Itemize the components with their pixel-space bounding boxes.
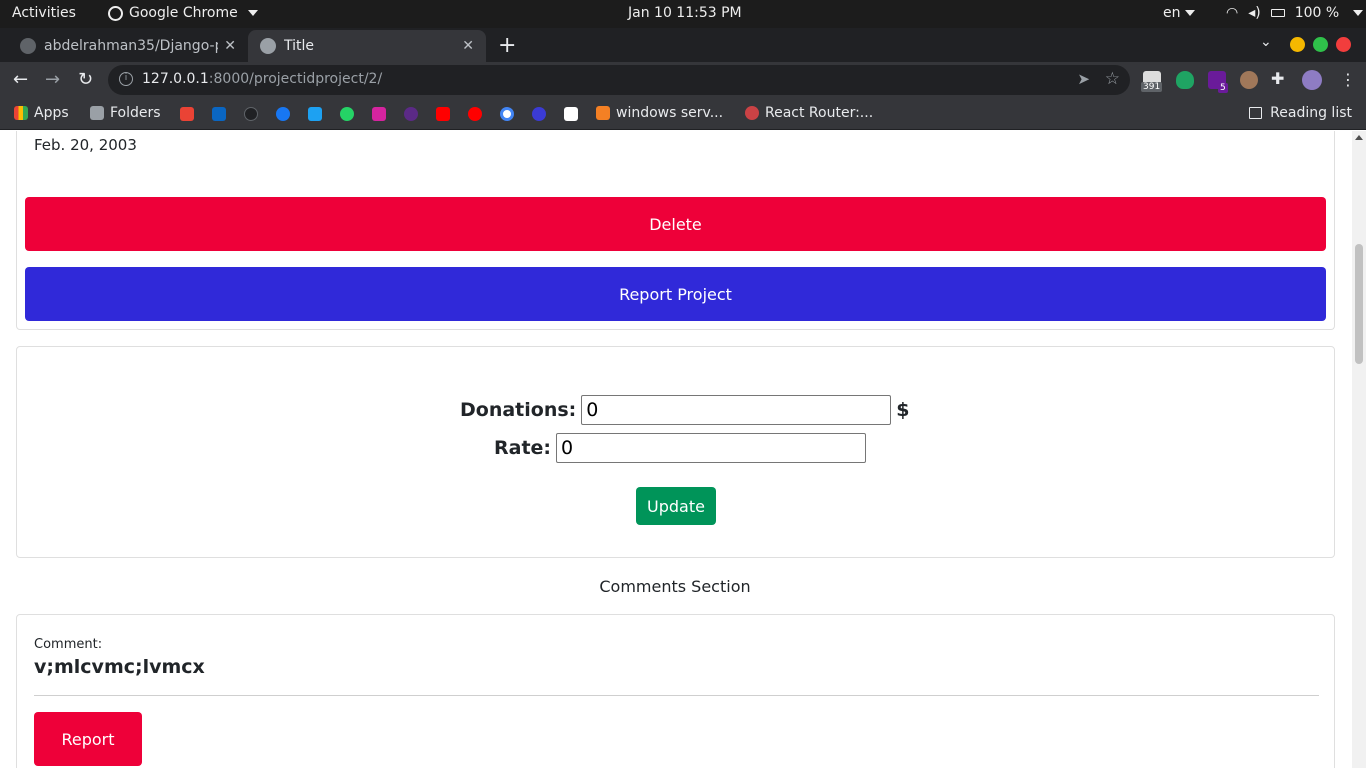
- bookmark-label: windows serv...: [616, 105, 724, 121]
- scroll-up-arrow-icon[interactable]: [1355, 135, 1363, 140]
- bookmark-windows-serv[interactable]: windows serv...: [596, 105, 723, 121]
- tab-title: abdelrahman35/Django-p: [44, 38, 219, 54]
- comment-label: Comment:: [34, 637, 103, 652]
- character-extension-icon[interactable]: [1240, 71, 1258, 89]
- profile-avatar[interactable]: [1302, 70, 1322, 90]
- more-menu-icon[interactable]: ⋮: [1340, 70, 1356, 89]
- system-menu[interactable]: ◠ ◂) 100 %: [1226, 5, 1364, 21]
- scrollbar-thumb[interactable]: [1355, 244, 1363, 364]
- reading-list-label: Reading list: [1270, 105, 1352, 121]
- report-project-button[interactable]: Report Project: [25, 267, 1326, 321]
- donations-input[interactable]: [581, 395, 892, 425]
- linkedin-bookmark-icon[interactable]: [212, 107, 226, 121]
- bookmark-label: Apps: [34, 105, 69, 121]
- tab-title: Title: [284, 38, 315, 54]
- chrome-icon: [108, 5, 123, 21]
- tab-github[interactable]: abdelrahman35/Django-p ✕: [8, 30, 248, 62]
- app-menu[interactable]: Google Chrome: [108, 5, 258, 21]
- maximize-button[interactable]: [1313, 37, 1328, 52]
- bookmark-label: Folders: [110, 105, 161, 121]
- battery-percent: 100 %: [1294, 5, 1340, 21]
- minimize-button[interactable]: [1290, 37, 1305, 52]
- tab-title-page[interactable]: Title ✕: [248, 30, 486, 62]
- close-icon[interactable]: ✕: [462, 38, 474, 54]
- new-tab-button[interactable]: +: [498, 33, 516, 58]
- x-bookmark-icon[interactable]: [564, 107, 578, 121]
- tab-search-chevron-icon[interactable]: ⌄: [1260, 34, 1272, 50]
- facebook-bookmark-icon[interactable]: [276, 107, 290, 121]
- premier-league-bookmark-icon[interactable]: [404, 107, 418, 121]
- battery-icon: [1270, 9, 1285, 17]
- wifi-icon: ◠: [1226, 5, 1239, 21]
- reading-list[interactable]: Reading list: [1249, 105, 1352, 121]
- system-top-bar: Activities Google Chrome Jan 10 11:53 PM…: [0, 0, 1366, 28]
- url-text: 127.0.0.1:8000/projectidproject/2/: [142, 71, 383, 87]
- reading-list-icon: [1249, 107, 1263, 119]
- activities-button[interactable]: Activities: [12, 5, 76, 21]
- close-icon[interactable]: ✕: [224, 38, 236, 54]
- folder-icon: [90, 106, 104, 120]
- whatsapp-bookmark-icon[interactable]: [340, 107, 354, 121]
- rate-row: Rate:: [494, 433, 867, 463]
- language-label: en: [1163, 5, 1181, 21]
- globe-icon: [260, 38, 276, 54]
- page-viewport: Feb. 20, 2003 Delete Report Project Dona…: [0, 131, 1366, 768]
- apps-grid-icon: [14, 106, 28, 120]
- browser-toolbar: ← → ↻ i 127.0.0.1:8000/projectidproject/…: [0, 62, 1366, 98]
- react-router-icon: [745, 106, 759, 120]
- project-card: Feb. 20, 2003 Delete Report Project: [16, 131, 1335, 330]
- bookmark-star-icon[interactable]: ☆: [1105, 69, 1120, 89]
- mail-count-badge: 391: [1141, 82, 1163, 92]
- extensions-icon[interactable]: ✚: [1271, 69, 1284, 88]
- bookmark-apps[interactable]: Apps: [14, 105, 69, 121]
- extension-count-badge: 5: [1218, 83, 1228, 93]
- window-controls: [1290, 37, 1351, 52]
- forward-arrow-icon[interactable]: →: [45, 69, 60, 90]
- tab-strip: abdelrahman35/Django-p ✕ Title ✕ + ⌄: [0, 28, 1366, 62]
- language-menu[interactable]: en: [1163, 5, 1195, 21]
- page-scrollbar[interactable]: [1352, 131, 1366, 768]
- twitter-bookmark-icon[interactable]: [308, 107, 322, 121]
- app-name: Google Chrome: [129, 5, 238, 21]
- back-arrow-icon[interactable]: ←: [13, 69, 28, 90]
- address-bar[interactable]: i 127.0.0.1:8000/projectidproject/2/ ➤ ☆: [108, 65, 1130, 95]
- chevron-down-icon: [247, 10, 258, 16]
- instagram-bookmark-icon[interactable]: [372, 107, 386, 121]
- close-window-button[interactable]: [1336, 37, 1351, 52]
- youtube-bookmark-icon[interactable]: [436, 107, 450, 121]
- update-button[interactable]: Update: [636, 487, 716, 525]
- bookmarks-bar: Apps Folders windows serv... React Route…: [0, 98, 1366, 130]
- comment-card: Comment: v;mlcvmc;lvmcx Report: [16, 614, 1335, 768]
- github-icon: [20, 38, 36, 54]
- youtube-music-bookmark-icon[interactable]: [468, 107, 482, 121]
- rate-input[interactable]: [556, 433, 867, 463]
- google-bookmark-icon[interactable]: [500, 107, 514, 121]
- gmail-bookmark-icon[interactable]: [180, 107, 194, 121]
- bookmark-folders[interactable]: Folders: [90, 105, 161, 121]
- github-bookmark-icon[interactable]: [244, 107, 258, 121]
- comment-text: v;mlcvmc;lvmcx: [34, 656, 205, 678]
- stackoverflow-icon: [596, 106, 610, 120]
- donations-row: Donations: $: [460, 395, 910, 425]
- rate-label: Rate:: [494, 437, 552, 459]
- donations-label: Donations:: [460, 399, 577, 421]
- bookmark-react-router[interactable]: React Router:...: [745, 105, 873, 121]
- divider: [34, 695, 1319, 696]
- shield-extension-icon[interactable]: [1176, 71, 1194, 89]
- info-icon[interactable]: i: [119, 72, 133, 86]
- report-comment-button[interactable]: Report: [34, 712, 142, 766]
- currency-symbol: $: [896, 399, 910, 421]
- volume-icon: ◂): [1248, 5, 1261, 21]
- chevron-down-icon: [1184, 10, 1195, 16]
- c-bookmark-icon[interactable]: [532, 107, 546, 121]
- bookmark-label: React Router:...: [765, 105, 874, 121]
- project-date: Feb. 20, 2003: [34, 136, 137, 154]
- clock[interactable]: Jan 10 11:53 PM: [628, 5, 742, 21]
- reload-icon[interactable]: ↻: [78, 69, 93, 90]
- delete-button[interactable]: Delete: [25, 197, 1326, 251]
- chevron-down-icon: [1353, 10, 1364, 16]
- comments-section-title: Comments Section: [599, 577, 751, 596]
- send-icon[interactable]: ➤: [1077, 70, 1090, 88]
- donation-form-card: Donations: $ Rate: Update: [16, 346, 1335, 558]
